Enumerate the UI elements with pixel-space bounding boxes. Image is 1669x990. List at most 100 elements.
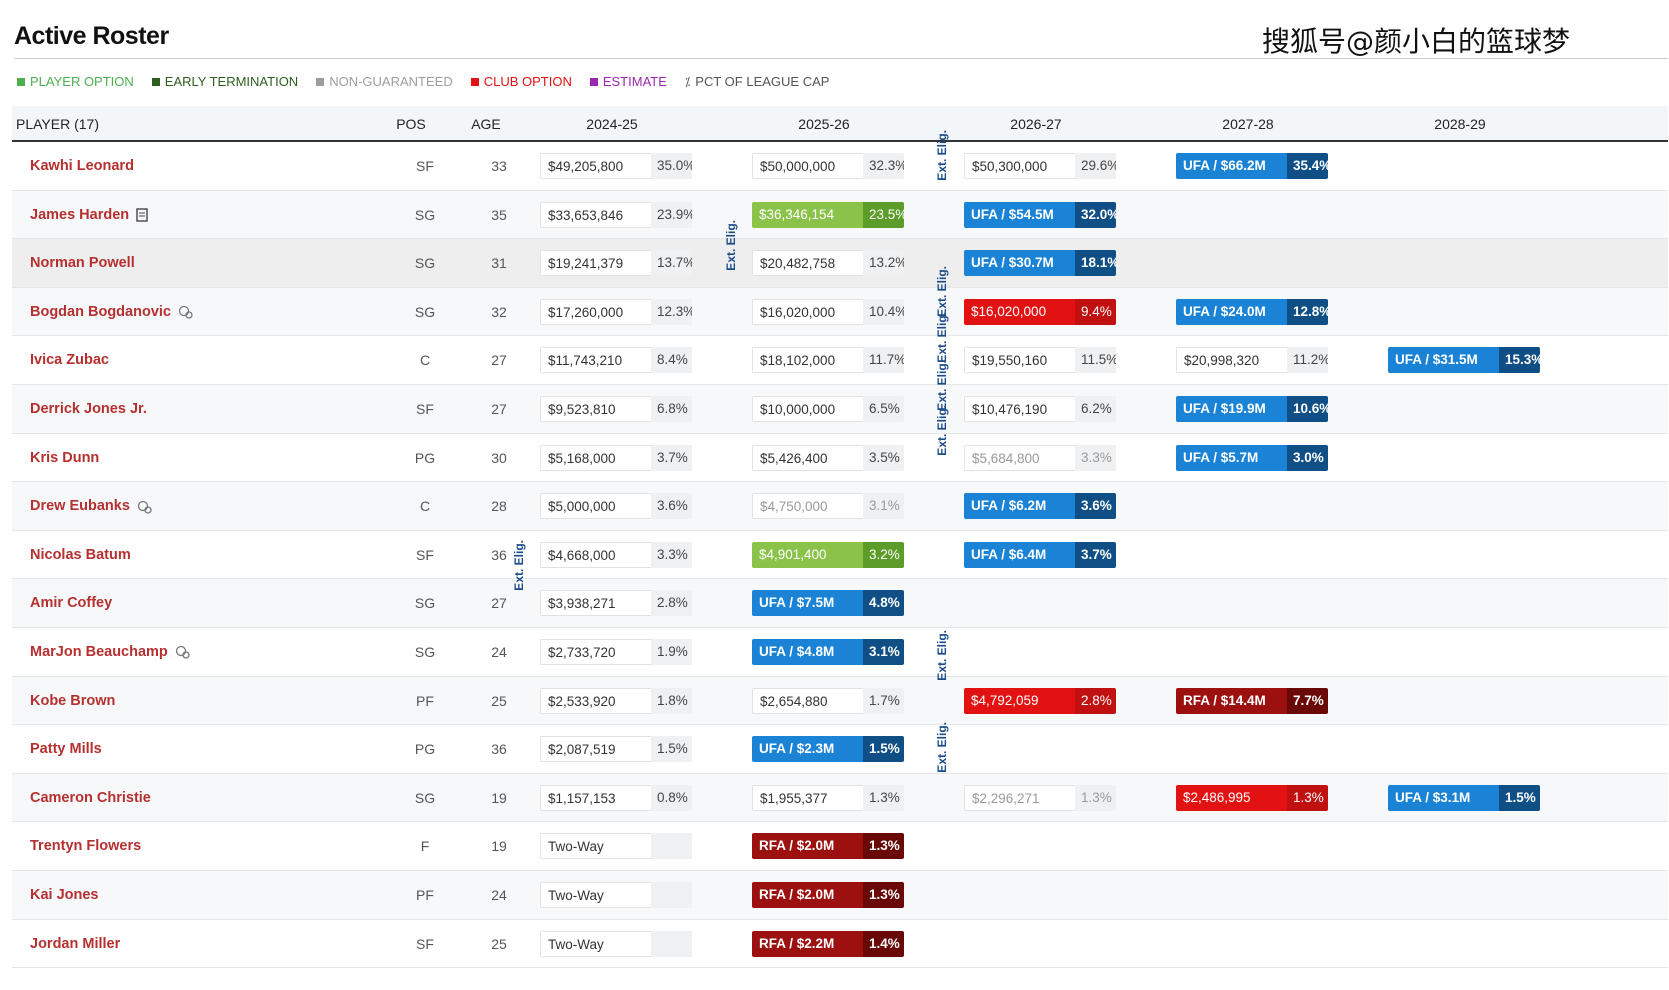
- salary-cell[interactable]: UFA / $6.4M 3.7%: [964, 541, 1116, 568]
- salary-cell[interactable]: Two-Way: [540, 833, 692, 860]
- player-name[interactable]: Amir Coffey: [30, 595, 112, 611]
- table-row[interactable]: Norman Powell SG 31 $19,241,379 13.7% $20,482…: [12, 239, 1668, 288]
- player-name-link[interactable]: Norman Powell: [30, 255, 135, 271]
- player-name-link[interactable]: Trentyn Flowers: [30, 838, 141, 854]
- table-row[interactable]: Amir Coffey SG 27 $3,938,271 2.8% UFA / $7.5M…: [12, 579, 1668, 628]
- salary-cell[interactable]: $10,476,190 6.2%: [964, 395, 1116, 422]
- salary-cell[interactable]: $20,482,758 13.2%: [752, 250, 904, 277]
- player-name[interactable]: Kris Dunn: [30, 450, 99, 466]
- player-name[interactable]: Patty Mills: [30, 741, 102, 757]
- year-header-2025[interactable]: 2025-26: [764, 116, 884, 132]
- table-row[interactable]: James Harden SG 35 $33,653,846 23.9% $36,346,…: [12, 190, 1668, 240]
- player-name-link[interactable]: Drew Eubanks: [30, 498, 152, 514]
- salary-cell[interactable]: $2,533,920 1.8%: [540, 687, 692, 714]
- player-name-link[interactable]: James Harden: [30, 207, 149, 223]
- year-header-2024[interactable]: 2024-25: [552, 116, 672, 132]
- salary-cell[interactable]: $19,550,160 11.5%: [964, 347, 1116, 374]
- salary-cell[interactable]: $2,486,995 1.3%: [1176, 784, 1328, 811]
- trade-kicker-icon[interactable]: [137, 500, 152, 514]
- player-name[interactable]: Trentyn Flowers: [30, 838, 141, 854]
- salary-cell[interactable]: UFA / $5.7M 3.0%: [1176, 444, 1328, 471]
- year-header-2026[interactable]: 2026-27: [976, 116, 1096, 132]
- salary-cell[interactable]: UFA / $31.5M 15.3%: [1388, 347, 1540, 374]
- salary-cell[interactable]: $9,523,810 6.8%: [540, 395, 692, 422]
- salary-cell[interactable]: $16,020,000 9.4%: [964, 298, 1116, 325]
- player-name[interactable]: Kobe Brown: [30, 693, 115, 709]
- player-name[interactable]: Cameron Christie: [30, 790, 151, 806]
- salary-cell[interactable]: UFA / $7.5M 4.8%: [752, 590, 904, 617]
- salary-cell[interactable]: $18,102,000 11.7%: [752, 347, 904, 374]
- table-row[interactable]: Kawhi Leonard SF 33 $49,205,800 35.0% $50,000…: [12, 142, 1668, 191]
- player-name-link[interactable]: Bogdan Bogdanovic: [30, 304, 193, 320]
- player-name[interactable]: Drew Eubanks: [30, 498, 130, 514]
- table-row[interactable]: Cameron Christie SG 19 $1,157,153 0.8% $1,955…: [12, 773, 1668, 823]
- salary-cell[interactable]: UFA / $30.7M 18.1%: [964, 250, 1116, 277]
- player-name-link[interactable]: Patty Mills: [30, 741, 102, 757]
- trade-kicker-icon[interactable]: [178, 305, 193, 319]
- salary-cell[interactable]: Two-Way: [540, 930, 692, 957]
- salary-cell[interactable]: UFA / $66.2M 35.4%: [1176, 153, 1328, 179]
- player-name[interactable]: Kawhi Leonard: [30, 158, 134, 174]
- year-header-2027[interactable]: 2027-28: [1188, 116, 1308, 132]
- player-name-link[interactable]: Jordan Miller: [30, 936, 120, 952]
- salary-cell[interactable]: $4,901,400 3.2%: [752, 541, 904, 568]
- salary-cell[interactable]: $5,000,000 3.6%: [540, 493, 692, 520]
- salary-cell[interactable]: $2,654,880 1.7%: [752, 687, 904, 714]
- player-name[interactable]: Ivica Zubac: [30, 352, 109, 368]
- salary-cell[interactable]: UFA / $3.1M 1.5%: [1388, 784, 1540, 811]
- salary-cell[interactable]: $4,668,000 3.3%: [540, 541, 692, 568]
- player-name-link[interactable]: Kawhi Leonard: [30, 158, 134, 174]
- table-row[interactable]: Ivica Zubac C 27 $11,743,210 8.4% $18,102,000…: [12, 336, 1668, 385]
- salary-cell[interactable]: $5,426,400 3.5%: [752, 444, 904, 471]
- player-name-link[interactable]: Amir Coffey: [30, 595, 112, 611]
- salary-cell[interactable]: $2,296,271 1.3%: [964, 784, 1116, 811]
- table-row[interactable]: Jordan Miller SF 25 Two-Way RFA / $2.2M 1.4%: [12, 920, 1668, 969]
- player-name[interactable]: Bogdan Bogdanovic: [30, 304, 171, 320]
- player-name[interactable]: Nicolas Batum: [30, 547, 131, 563]
- salary-cell[interactable]: UFA / $24.0M 12.8%: [1176, 298, 1328, 325]
- player-name-link[interactable]: MarJon Beauchamp: [30, 644, 190, 660]
- salary-cell[interactable]: $33,653,846 23.9%: [540, 201, 692, 228]
- player-name[interactable]: Derrick Jones Jr.: [30, 401, 147, 417]
- salary-cell[interactable]: $50,300,000 29.6%: [964, 153, 1116, 179]
- salary-cell[interactable]: UFA / $19.9M 10.6%: [1176, 395, 1328, 422]
- salary-cell[interactable]: RFA / $2.0M 1.3%: [752, 833, 904, 860]
- table-row[interactable]: Kris Dunn PG 30 $5,168,000 3.7% $5,426,400 3.5…: [12, 434, 1668, 483]
- player-name[interactable]: James Harden: [30, 207, 129, 223]
- salary-cell[interactable]: $49,205,800 35.0%: [540, 153, 692, 179]
- player-name[interactable]: Norman Powell: [30, 255, 135, 271]
- player-name-link[interactable]: Kris Dunn: [30, 450, 99, 466]
- player-name[interactable]: MarJon Beauchamp: [30, 644, 168, 660]
- table-row[interactable]: Nicolas Batum SF 36 $4,668,000 3.3% $4,901,40…: [12, 531, 1668, 580]
- year-header-2028[interactable]: 2028-29: [1400, 116, 1520, 132]
- salary-cell[interactable]: $1,157,153 0.8%: [540, 784, 692, 811]
- salary-cell[interactable]: $20,998,320 11.2%: [1176, 347, 1328, 374]
- salary-cell[interactable]: $16,020,000 10.4%: [752, 298, 904, 325]
- table-row[interactable]: Kobe Brown PF 25 $2,533,920 1.8% $2,654,880 1.…: [12, 676, 1668, 726]
- salary-cell[interactable]: RFA / $2.0M 1.3%: [752, 881, 904, 908]
- salary-cell[interactable]: RFA / $14.4M 7.7%: [1176, 687, 1328, 714]
- player-name-link[interactable]: Cameron Christie: [30, 790, 151, 806]
- salary-cell[interactable]: $11,743,210 8.4%: [540, 347, 692, 374]
- player-name[interactable]: Jordan Miller: [30, 936, 120, 952]
- age-column-header[interactable]: AGE: [456, 116, 516, 132]
- table-row[interactable]: Drew Eubanks C 28 $5,000,000 3.6% $4,750,000 3…: [12, 482, 1668, 531]
- table-row[interactable]: MarJon Beauchamp SG 24 $2,733,720 1.9% UFA / …: [12, 628, 1668, 677]
- salary-cell[interactable]: Two-Way: [540, 881, 692, 908]
- salary-cell[interactable]: $5,684,800 3.3%: [964, 444, 1116, 471]
- player-name[interactable]: Kai Jones: [30, 887, 99, 903]
- salary-cell[interactable]: UFA / $54.5M 32.0%: [964, 201, 1116, 228]
- salary-cell[interactable]: $1,955,377 1.3%: [752, 784, 904, 811]
- table-row[interactable]: Derrick Jones Jr. SF 27 $9,523,810 6.8% $10,0…: [12, 384, 1668, 434]
- player-name-link[interactable]: Kobe Brown: [30, 693, 115, 709]
- table-row[interactable]: Trentyn Flowers F 19 Two-Way RFA / $2.0M 1.3%: [12, 822, 1668, 871]
- pos-column-header[interactable]: POS: [386, 116, 436, 132]
- salary-cell[interactable]: $50,000,000 32.3%: [752, 153, 904, 179]
- salary-cell[interactable]: UFA / $2.3M 1.5%: [752, 736, 904, 763]
- salary-cell[interactable]: RFA / $2.2M 1.4%: [752, 930, 904, 957]
- salary-cell[interactable]: $3,938,271 2.8%: [540, 590, 692, 617]
- salary-cell[interactable]: $4,792,059 2.8%: [964, 687, 1116, 714]
- salary-cell[interactable]: $36,346,154 23.5%: [752, 201, 904, 228]
- salary-cell[interactable]: UFA / $4.8M 3.1%: [752, 638, 904, 665]
- table-row[interactable]: Patty Mills PG 36 $2,087,519 1.5% UFA / $2.3M…: [12, 725, 1668, 774]
